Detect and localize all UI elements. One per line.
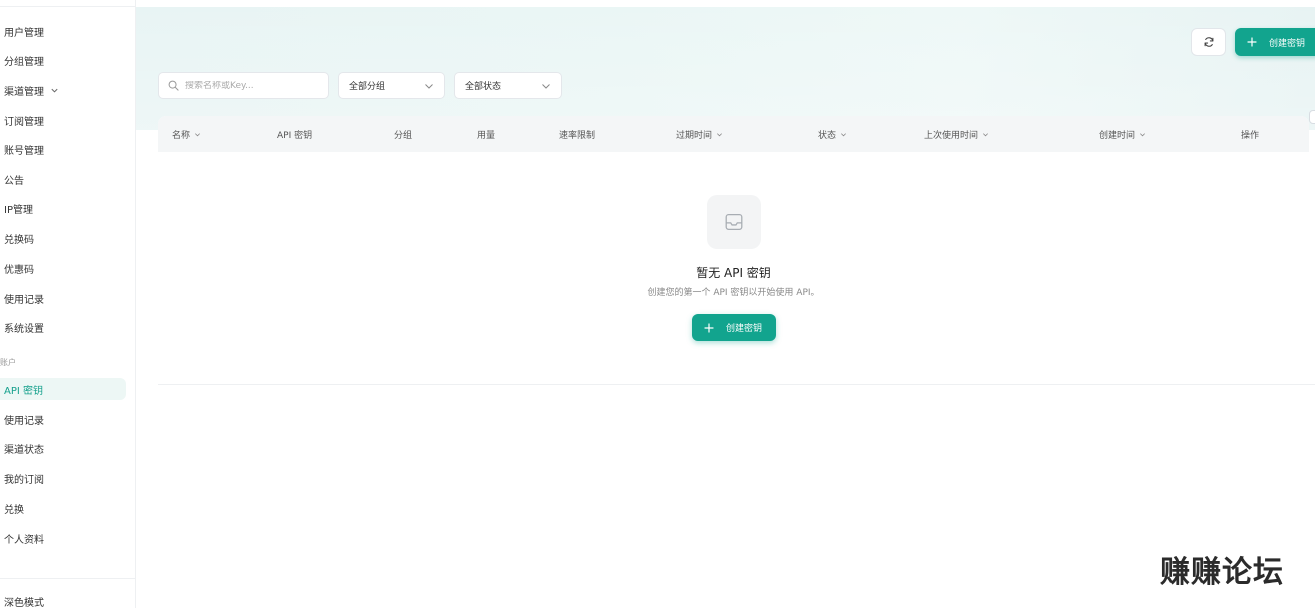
sidebar-item-api-keys[interactable]: API 密钥 bbox=[0, 378, 126, 400]
column-label: 用量 bbox=[477, 130, 496, 141]
sidebar-item-label: 用户管理 bbox=[4, 27, 44, 39]
column-header-api-key: API 密钥 bbox=[277, 116, 312, 152]
group-filter-value: 全部分组 bbox=[349, 82, 386, 92]
chevron-down-icon bbox=[425, 83, 433, 89]
empty-state-icon-box bbox=[707, 195, 761, 249]
sidebar-item-label: 使用记录 bbox=[4, 415, 44, 427]
sidebar-item-profile[interactable]: 个人资料 bbox=[0, 527, 126, 549]
sidebar-item-accounts[interactable]: 账号管理 bbox=[0, 138, 126, 160]
sidebar-item-label: 订阅管理 bbox=[4, 116, 44, 128]
sidebar-item-channel-status[interactable]: 渠道状态 bbox=[0, 437, 126, 459]
refresh-icon bbox=[1204, 37, 1213, 47]
dark-mode-toggle[interactable]: 深色模式 bbox=[0, 590, 126, 608]
sidebar-item-label: API 密钥 bbox=[4, 385, 43, 397]
sidebar-item-label: 使用记录 bbox=[4, 294, 44, 306]
column-label: 分组 bbox=[394, 130, 413, 141]
sidebar-item-settings[interactable]: 系统设置 bbox=[0, 316, 126, 338]
column-header-actions: 操作 bbox=[1241, 116, 1259, 152]
column-header-rate-limit: 速率限制 bbox=[559, 116, 595, 152]
sort-chevron-icon bbox=[195, 132, 200, 136]
sidebar-item-subscriptions[interactable]: 订阅管理 bbox=[0, 109, 126, 131]
sidebar-top-strip bbox=[0, 0, 136, 7]
column-label: 状态 bbox=[818, 130, 837, 141]
sidebar-item-label: 兑换码 bbox=[4, 234, 34, 246]
sidebar-item-label: 分组管理 bbox=[4, 56, 44, 68]
sidebar-item-label: 优惠码 bbox=[4, 264, 34, 276]
sidebar-item-groups[interactable]: 分组管理 bbox=[0, 49, 126, 71]
column-label: 操作 bbox=[1241, 130, 1260, 141]
sidebar-item-label: 系统设置 bbox=[4, 323, 44, 335]
column-header-created[interactable]: 创建时间 bbox=[1099, 116, 1146, 152]
create-key-button[interactable]: 创建密钥 bbox=[1235, 28, 1315, 56]
column-header-name[interactable]: 名称 bbox=[172, 116, 201, 152]
column-label: 速率限制 bbox=[559, 130, 596, 141]
table-header: 名称 API 密钥 分组 用量 速率限制 过期时间 状态 上次使用时间 创建时间… bbox=[158, 116, 1309, 152]
main-content: 创建密钥 全部分组 全部状态 名称 API 密钥 bbox=[136, 0, 1315, 608]
dark-mode-label: 深色模式 bbox=[4, 597, 44, 608]
sidebar-divider bbox=[0, 578, 136, 579]
empty-state-title: 暂无 API 密钥 bbox=[696, 266, 771, 280]
sort-chevron-icon bbox=[717, 132, 722, 136]
search-box bbox=[158, 72, 329, 99]
search-input[interactable] bbox=[185, 80, 325, 91]
sidebar-item-my-subscription[interactable]: 我的订阅 bbox=[0, 467, 126, 489]
sidebar-item-label: 账号管理 bbox=[4, 145, 44, 157]
scrollbar-handle[interactable] bbox=[1309, 110, 1315, 124]
column-header-group: 分组 bbox=[394, 116, 412, 152]
sidebar-item-label: 渠道管理 bbox=[4, 86, 44, 98]
plus-icon bbox=[704, 322, 714, 333]
column-header-expires[interactable]: 过期时间 bbox=[676, 116, 723, 152]
sidebar-item-usage-admin[interactable]: 使用记录 bbox=[0, 287, 126, 309]
sidebar-item-channels[interactable]: 渠道管理 bbox=[0, 79, 126, 101]
api-keys-table: 名称 API 密钥 分组 用量 速率限制 过期时间 状态 上次使用时间 创建时间… bbox=[158, 116, 1309, 384]
sidebar-section-label: 账户 bbox=[0, 358, 16, 367]
sort-chevron-icon bbox=[983, 132, 988, 136]
sidebar-item-announcements[interactable]: 公告 bbox=[0, 168, 126, 190]
search-icon bbox=[168, 80, 179, 91]
top-edge bbox=[136, 0, 1315, 7]
sidebar-item-label: 个人资料 bbox=[4, 534, 44, 546]
table-bottom-divider bbox=[158, 384, 1315, 385]
sidebar-item-users[interactable]: 用户管理 bbox=[0, 20, 126, 42]
sidebar-item-redeem-codes[interactable]: 兑换码 bbox=[0, 227, 126, 249]
column-header-last-used[interactable]: 上次使用时间 bbox=[924, 116, 989, 152]
sidebar-item-label: 渠道状态 bbox=[4, 444, 44, 456]
sort-chevron-icon bbox=[841, 132, 846, 136]
sidebar-item-label: 公告 bbox=[4, 175, 24, 187]
sidebar-item-label: 我的订阅 bbox=[4, 474, 44, 486]
watermark: 赚赚论坛 bbox=[1160, 555, 1284, 590]
sidebar-item-label: 兑换 bbox=[4, 504, 24, 516]
column-header-usage: 用量 bbox=[477, 116, 495, 152]
chevron-down-icon bbox=[51, 88, 58, 93]
sidebar-item-usage[interactable]: 使用记录 bbox=[0, 408, 126, 430]
empty-state-description: 创建您的第一个 API 密钥以开始使用 API。 bbox=[647, 288, 820, 298]
sidebar-item-ip[interactable]: IP管理 bbox=[0, 197, 126, 219]
group-filter-select[interactable]: 全部分组 bbox=[338, 72, 445, 99]
sidebar-item-redeem[interactable]: 兑换 bbox=[0, 497, 126, 519]
column-label: 创建时间 bbox=[1099, 130, 1136, 141]
column-label: API 密钥 bbox=[277, 130, 313, 141]
status-filter-select[interactable]: 全部状态 bbox=[454, 72, 562, 99]
sidebar-item-coupons[interactable]: 优惠码 bbox=[0, 257, 126, 279]
empty-state-create-button[interactable]: 创建密钥 bbox=[692, 314, 776, 341]
sidebar-item-label: IP管理 bbox=[4, 204, 33, 216]
chevron-down-icon bbox=[542, 83, 550, 89]
header-gradient bbox=[136, 0, 1315, 130]
status-filter-value: 全部状态 bbox=[465, 82, 502, 92]
inbox-icon bbox=[725, 214, 743, 230]
column-label: 上次使用时间 bbox=[924, 130, 979, 141]
plus-icon bbox=[1247, 37, 1257, 47]
column-label: 过期时间 bbox=[676, 130, 713, 141]
sidebar: 用户管理 分组管理 渠道管理 订阅管理 账号管理 公告 IP管理 兑换码 优惠码… bbox=[0, 0, 136, 608]
column-label: 名称 bbox=[172, 130, 191, 141]
refresh-button[interactable] bbox=[1191, 28, 1226, 56]
create-key-label: 创建密钥 bbox=[1269, 38, 1306, 49]
empty-state-create-label: 创建密钥 bbox=[726, 324, 763, 334]
column-header-status[interactable]: 状态 bbox=[818, 116, 847, 152]
sort-chevron-icon bbox=[1140, 132, 1145, 136]
